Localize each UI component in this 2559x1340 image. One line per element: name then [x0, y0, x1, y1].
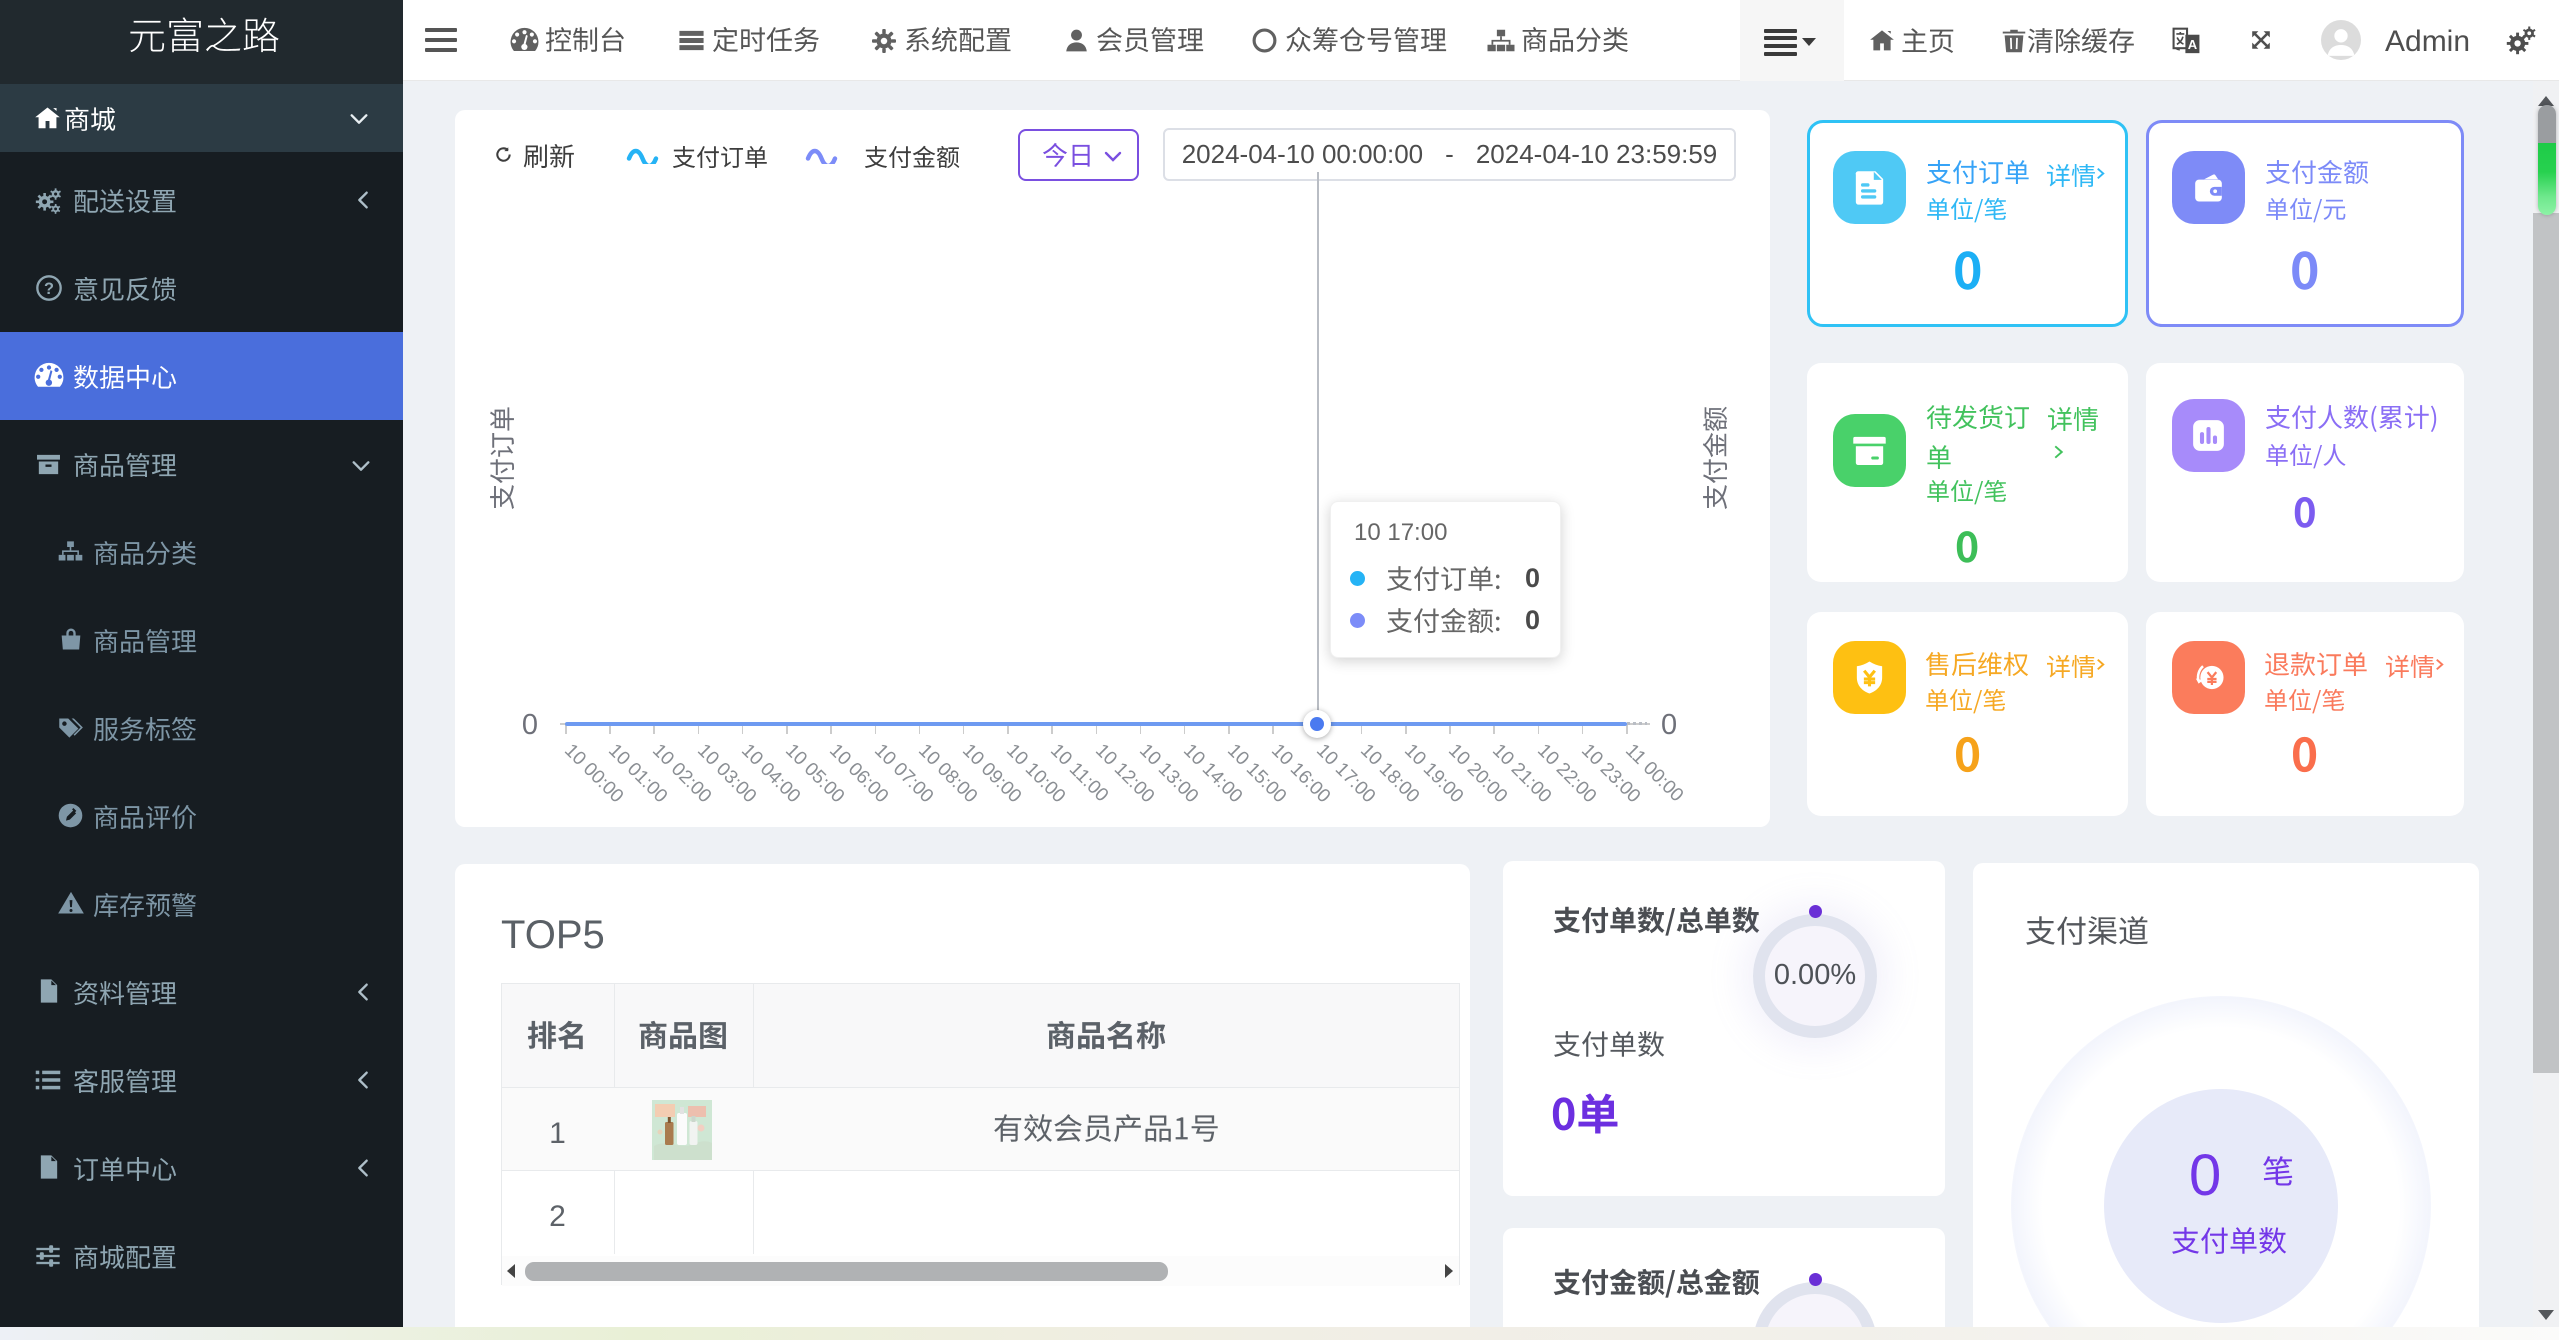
svg-text:?: ? — [44, 280, 54, 298]
svg-text:A: A — [2188, 37, 2198, 52]
